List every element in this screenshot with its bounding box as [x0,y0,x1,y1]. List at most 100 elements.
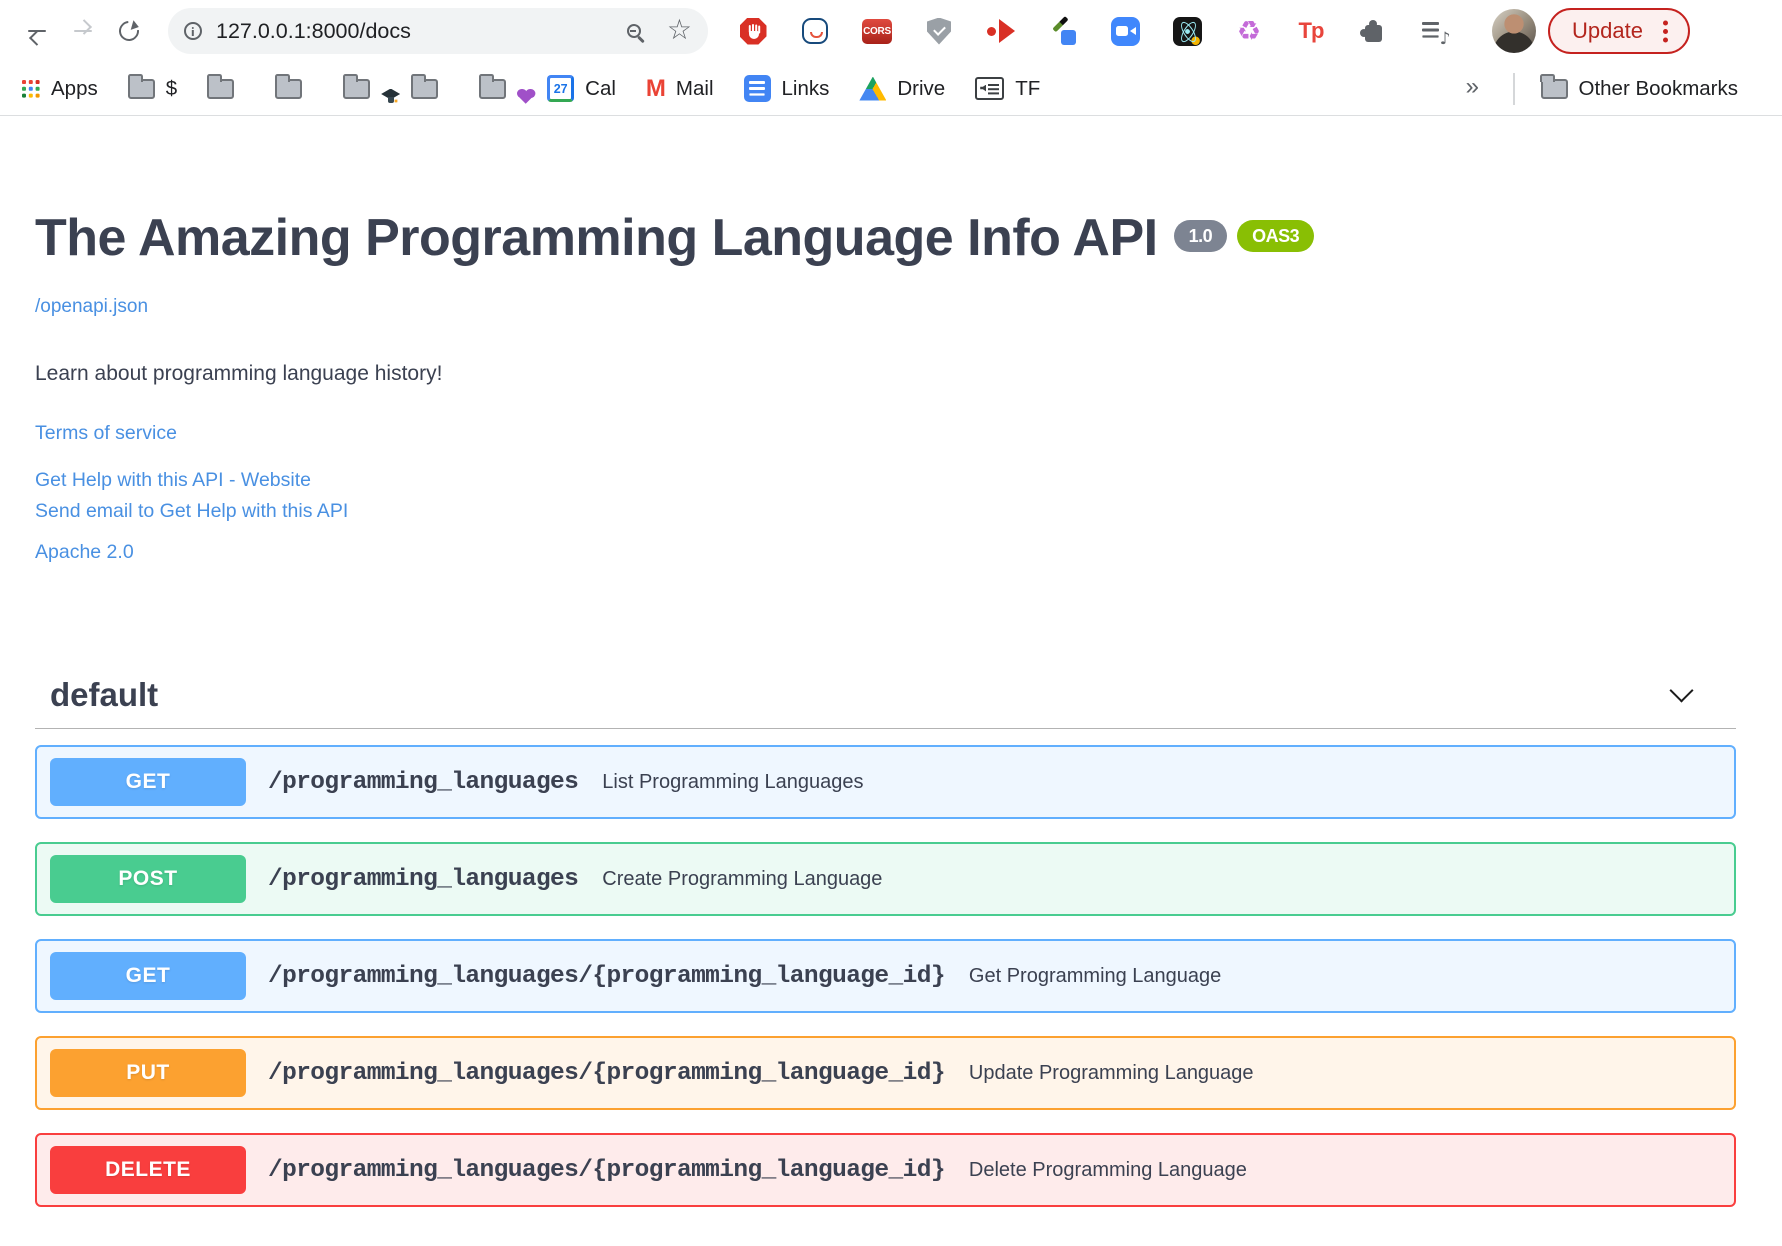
api-description: Learn about programming language history… [35,362,443,386]
section-divider [35,728,1736,730]
endpoint-path: /programming_languages/{programming_lang… [268,962,946,990]
eyedropper-icon[interactable] [1047,15,1079,47]
section-header-default[interactable]: default [35,676,1736,714]
bookmarks-bar: Apps $27 Cal Mail Links Drive TF » Other Bookmar… [0,62,1782,115]
back-button[interactable] [14,8,60,54]
swagger-page: The Amazing Programming Language Info AP… [0,210,1782,1208]
bookmark-item[interactable]: Apps [22,77,98,101]
browser-menu-icon[interactable] [1662,28,1668,34]
page-info-icon[interactable] [184,22,202,40]
react-devtools-icon[interactable] [1171,15,1203,47]
forward-button[interactable] [60,8,106,54]
version-badges: 1.0 OAS3 [1173,220,1315,252]
calendar-icon: 27 [547,75,575,102]
bookmark-item[interactable]: Other Bookmarks [1540,73,1739,101]
bookmark-label: Drive [897,76,946,100]
chevron-down-icon[interactable] [1669,678,1694,703]
method-badge: GET [50,758,246,807]
endpoint-row-post[interactable]: POST/programming_languages Create Program… [35,842,1736,917]
reload-button[interactable] [106,8,152,54]
method-badge: PUT [50,1049,246,1098]
method-badge: DELETE [50,1146,246,1195]
extension-icons: CORS Tp [722,15,1466,49]
links-icon [743,75,771,102]
doc-icon [975,77,1005,100]
bookmark-item[interactable]: Drive [859,76,946,101]
folder-icon [206,73,235,99]
info-link[interactable]: Send email to Get Help with this API [35,500,348,523]
bookmark-item[interactable] [342,73,381,99]
browser-chrome: 127.0.0.1:8000/docs ☆ CORS Tp Update Apps… [0,0,1782,116]
endpoint-summary: List Programming Languages [602,770,864,793]
method-badge: POST [50,855,246,904]
endpoint-path: /programming_languages/{programming_lang… [268,1059,946,1087]
bookmarks-separator [1513,72,1515,105]
zoom-lens-icon[interactable] [626,24,641,38]
folder-icon [342,73,371,99]
reload-icon [114,16,144,46]
info-link[interactable]: Terms of service [35,422,177,445]
drive-icon [859,76,887,101]
browser-toolbar: 127.0.0.1:8000/docs ☆ CORS Tp Update [0,0,1782,62]
bookmark-label: TF [1015,76,1041,100]
bookmark-item[interactable] [274,73,313,99]
bookmark-label: Other Bookmarks [1578,76,1739,100]
bookmark-star-icon[interactable]: ☆ [667,15,692,44]
update-label: Update [1572,18,1643,43]
update-button[interactable]: Update [1548,8,1690,54]
endpoint-summary: Create Programming Language [602,867,883,890]
bookmark-label: Cal [585,76,616,100]
apps-grid-icon [22,79,40,98]
chat-bubble-icon[interactable] [799,15,831,47]
oas3-badge: OAS3 [1237,220,1315,252]
endpoint-path: /programming_languages [268,865,579,893]
folder-icon [410,73,439,99]
back-arrow-icon [25,19,49,43]
puzzle-icon[interactable] [1357,15,1389,47]
endpoint-summary: Get Programming Language [968,964,1222,987]
bookmark-item[interactable]: $ [127,73,178,101]
bookmark-item[interactable] [478,73,517,99]
section-title: default [50,676,159,714]
page-title: The Amazing Programming Language Info AP… [35,210,1736,266]
bookmark-item[interactable]: Mail [646,77,714,101]
folder-icon [1540,73,1568,99]
endpoint-row-get[interactable]: GET/programming_languages List Programmin… [35,745,1736,820]
profile-avatar[interactable] [1492,9,1536,53]
endpoint-summary: Update Programming Language [968,1061,1254,1084]
bookmark-item[interactable] [410,73,449,99]
bookmark-label: Links [781,76,830,100]
tampermonkey-icon[interactable]: Tp [1295,15,1327,47]
endpoint-row-delete[interactable]: DELETE/programming_languages/{programmin… [35,1133,1736,1208]
url-text[interactable]: 127.0.0.1:8000/docs [216,19,627,44]
endpoint-row-put[interactable]: PUT/programming_languages/{programming_l… [35,1036,1736,1111]
bookmark-item[interactable]: TF [975,77,1040,101]
gmail-icon [646,77,665,101]
endpoint-row-get[interactable]: GET/programming_languages/{programming_l… [35,939,1736,1014]
recycle-icon[interactable] [1233,15,1265,47]
openapi-spec-link[interactable]: /openapi.json [35,296,148,318]
playlist-icon[interactable] [1419,15,1451,49]
api-title-text: The Amazing Programming Language Info AP… [35,209,1158,267]
endpoint-path: /programming_languages [268,768,579,796]
adblock-icon[interactable] [737,15,769,47]
address-bar[interactable]: 127.0.0.1:8000/docs ☆ [168,8,708,54]
info-link[interactable]: Apache 2.0 [35,541,134,564]
cors-icon[interactable]: CORS [861,15,893,47]
bookmark-item[interactable]: 27 Cal [547,75,616,102]
video-camera-icon[interactable] [1109,15,1141,47]
bookmark-label: $ [165,76,178,100]
bookmark-item[interactable] [206,73,245,99]
folder-icon [274,73,303,99]
endpoint-summary: Delete Programming Language [968,1158,1247,1181]
bookmark-label: Apps [51,76,98,100]
endpoint-path: /programming_languages/{programming_lang… [268,1156,946,1184]
shield-icon[interactable] [923,15,955,47]
bookmark-label: » [1465,72,1479,100]
info-link[interactable]: Get Help with this API - Website [35,469,311,492]
redirect-arrow-icon[interactable] [985,15,1017,47]
bookmark-item[interactable]: Links [743,75,830,102]
endpoint-list: GET/programming_languages List Programmin… [35,745,1736,1208]
bookmark-item[interactable]: » [1466,74,1479,99]
folder-icon [127,73,155,99]
